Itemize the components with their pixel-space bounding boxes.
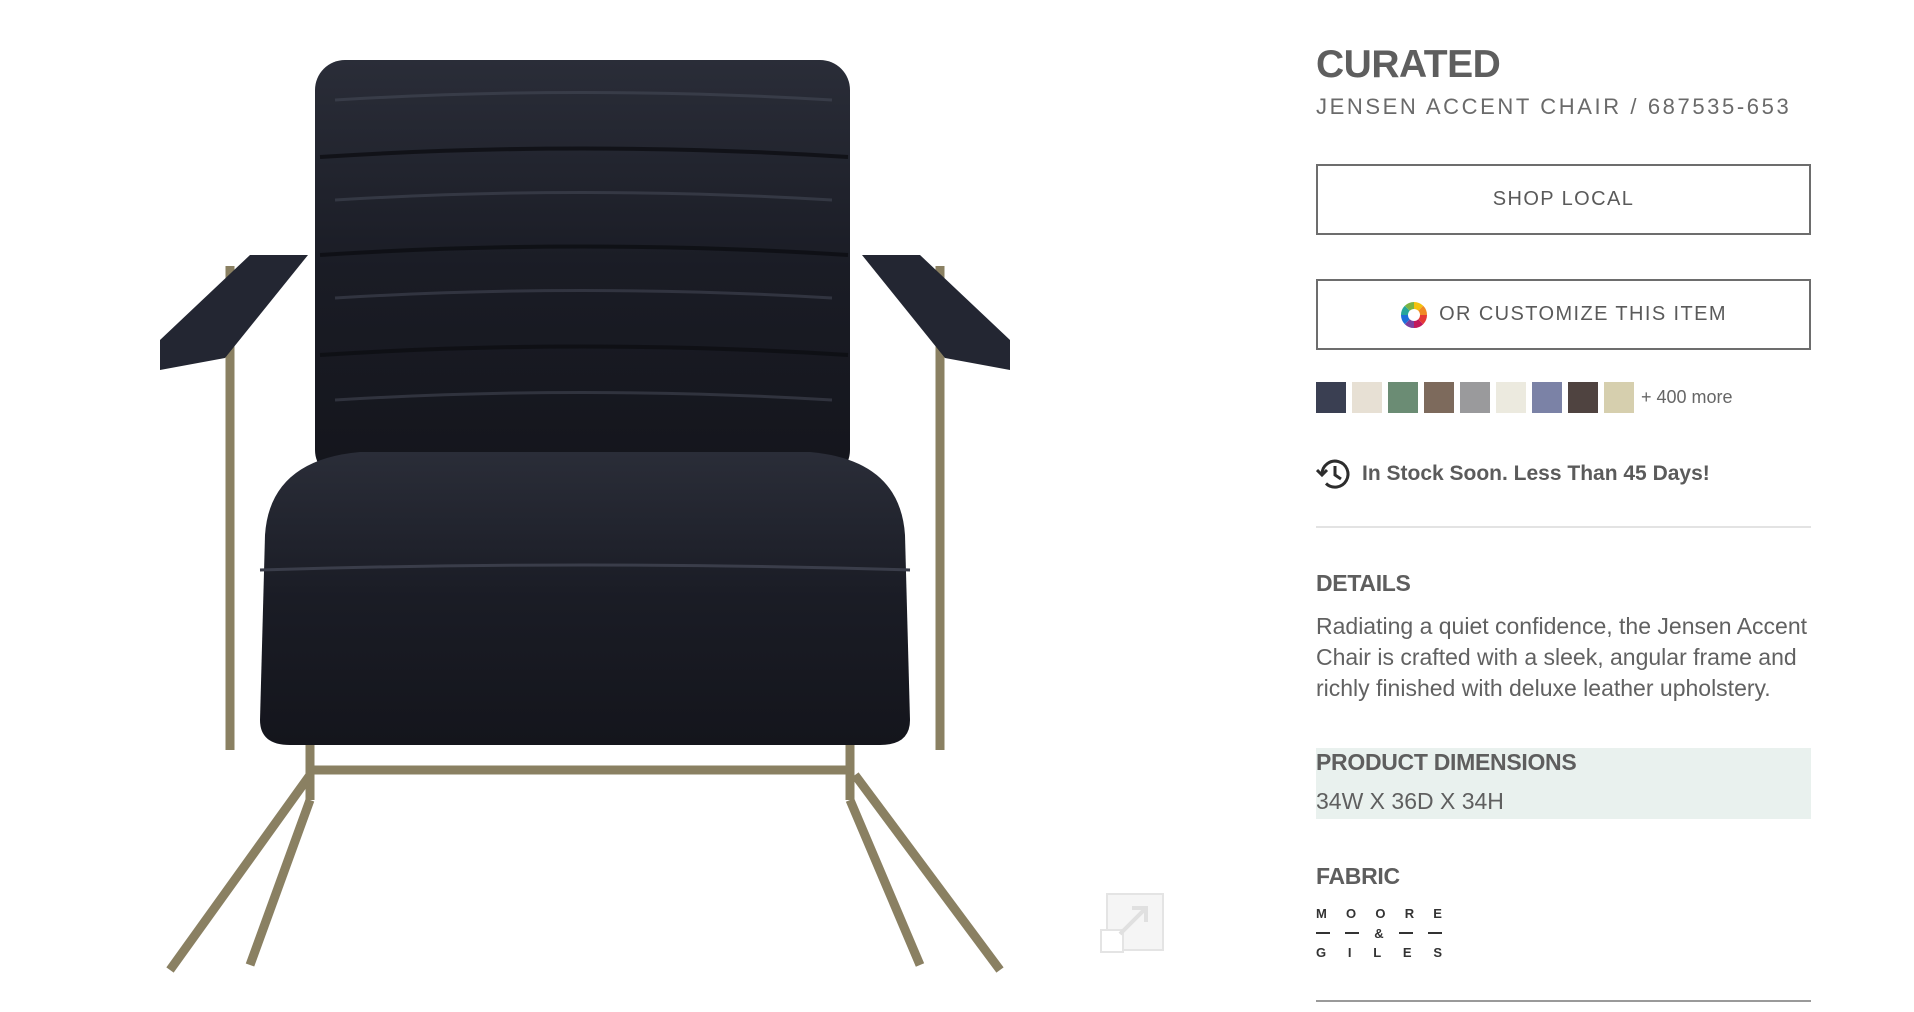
swatch-item[interactable]: [1604, 382, 1634, 413]
brand-name: CURATED: [1316, 43, 1501, 86]
swatch-item[interactable]: [1568, 382, 1598, 413]
shop-local-label: SHOP LOCAL: [1492, 188, 1635, 210]
details-description: Radiating a quiet confidence, the Jensen…: [1316, 613, 1808, 701]
product-dimensions-section: PRODUCT DIMENSIONS 34W X 36D X 34H: [1316, 748, 1811, 819]
logo-top-row: M O O R E: [1316, 906, 1442, 921]
shop-local-button[interactable]: SHOP LOCAL: [1316, 164, 1811, 235]
dimensions-heading: PRODUCT DIMENSIONS: [1316, 749, 1577, 775]
availability-text: In Stock Soon. Less Than 45 Days!: [1362, 462, 1710, 485]
product-title-sku: JENSEN ACCENT CHAIR / 687535-653: [1316, 94, 1792, 119]
more-swatches-link[interactable]: + 400 more: [1641, 387, 1733, 408]
fabric-swatch-list: + 400 more: [1316, 382, 1811, 413]
product-gallery: [0, 0, 1200, 1012]
divider: [1316, 1000, 1811, 1002]
swatch-item[interactable]: [1388, 382, 1418, 413]
swatch-item[interactable]: [1460, 382, 1490, 413]
swatch-item[interactable]: [1496, 382, 1526, 413]
expand-icon: [1100, 893, 1164, 953]
swatch-item[interactable]: [1316, 382, 1346, 413]
swatch-item[interactable]: [1532, 382, 1562, 413]
color-wheel-icon: [1401, 301, 1428, 328]
divider: [1316, 526, 1811, 528]
logo-bottom-row: G I L E S: [1316, 945, 1442, 960]
swatch-item[interactable]: [1352, 382, 1382, 413]
availability-status: In Stock Soon. Less Than 45 Days!: [1316, 456, 1811, 492]
customize-label: OR CUSTOMIZE THIS ITEM: [1439, 303, 1727, 325]
dimensions-value: 34W X 36D X 34H: [1316, 788, 1504, 814]
fabric-heading: FABRIC: [1316, 863, 1400, 889]
details-heading: DETAILS: [1316, 570, 1411, 596]
swatch-item[interactable]: [1424, 382, 1454, 413]
moore-giles-logo: M O O R E & G I L E S: [1316, 906, 1442, 960]
product-info-panel: CURATED JENSEN ACCENT CHAIR / 687535-653…: [1316, 40, 1811, 1002]
expand-image-button[interactable]: [1098, 890, 1168, 956]
product-image-chair[interactable]: [120, 40, 1060, 1010]
customize-item-button[interactable]: OR CUSTOMIZE THIS ITEM: [1316, 279, 1811, 350]
clock-restock-icon: [1316, 459, 1350, 489]
